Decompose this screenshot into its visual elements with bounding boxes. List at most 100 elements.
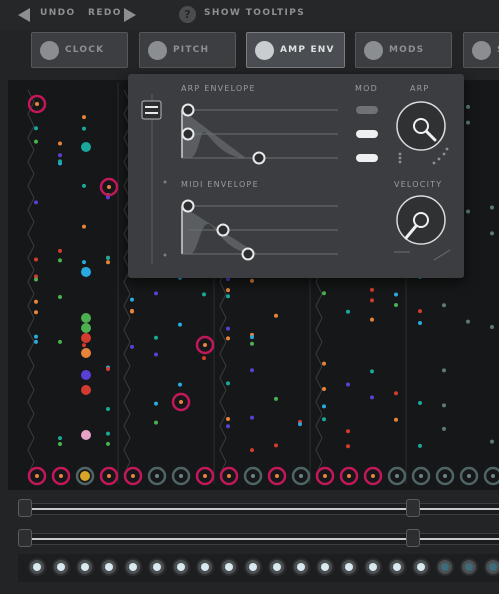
step-dot <box>106 431 110 436</box>
step-dot <box>82 183 86 188</box>
slider-handle-right[interactable] <box>406 499 420 517</box>
mod-toggle-3[interactable] <box>356 154 378 162</box>
step-ring-center <box>299 474 303 478</box>
step-knob[interactable] <box>484 558 499 576</box>
step-dot <box>346 429 350 434</box>
step-dot <box>250 368 254 373</box>
step-dot <box>322 291 326 296</box>
step-dot <box>490 231 494 236</box>
mod-toggle-1[interactable] <box>356 106 378 114</box>
speaker-icon <box>255 41 274 60</box>
note-dot <box>81 313 91 323</box>
step-dot <box>250 448 254 453</box>
velocity-range-line <box>433 249 451 261</box>
step-dot <box>442 368 446 373</box>
step-dot <box>250 335 254 340</box>
step-dot <box>106 367 110 372</box>
step-dot <box>34 257 38 262</box>
step-dot <box>226 288 230 293</box>
step-knob[interactable] <box>196 558 214 576</box>
step-dot <box>418 309 422 314</box>
step-knob[interactable] <box>76 558 94 576</box>
step-dot <box>178 322 182 327</box>
range-slider-2[interactable] <box>18 529 499 547</box>
tab-pitch[interactable]: PITCH <box>139 32 236 68</box>
note-dot <box>81 323 91 333</box>
help-icon[interactable]: ? <box>179 6 196 23</box>
step-dot <box>58 248 62 253</box>
step-knob-light <box>417 563 425 571</box>
knob-tick <box>445 147 449 151</box>
slider-handle-right[interactable] <box>406 529 420 547</box>
bottom-strip <box>0 586 499 594</box>
arp-decay-handle[interactable] <box>181 127 195 141</box>
step-dot <box>370 298 374 303</box>
step-knob[interactable] <box>460 558 478 576</box>
tab-label: AMP ENV <box>280 45 335 55</box>
tab-next[interactable]: S <box>463 32 499 68</box>
slider-line <box>32 538 499 540</box>
step-dot <box>298 422 302 427</box>
step-knob[interactable] <box>124 558 142 576</box>
step-dot <box>466 319 470 324</box>
active-step-center <box>203 343 207 347</box>
step-knob-light <box>321 563 329 571</box>
step-ring-center <box>419 474 423 478</box>
step-knob[interactable] <box>148 558 166 576</box>
step-knob-light <box>393 563 401 571</box>
step-knob-light <box>441 563 449 571</box>
step-dot <box>178 382 182 387</box>
range-slider-1[interactable] <box>18 499 499 517</box>
step-knob[interactable] <box>412 558 430 576</box>
arp-label: ARP <box>410 84 430 93</box>
step-knob[interactable] <box>436 558 454 576</box>
mods-icon <box>364 41 383 60</box>
step-ring-center <box>203 474 207 478</box>
step-knob[interactable] <box>100 558 118 576</box>
undo-arrow-icon[interactable] <box>18 8 30 22</box>
tab-mods[interactable]: MODS <box>355 32 452 68</box>
show-tooltips-button[interactable]: SHOW TOOLTIPS <box>204 8 305 18</box>
tab-clock[interactable]: CLOCK <box>31 32 128 68</box>
midi-attack-handle[interactable] <box>181 199 195 213</box>
redo-arrow-icon[interactable] <box>124 8 136 22</box>
active-step-center <box>179 400 183 404</box>
master-slider-handle[interactable] <box>141 100 162 120</box>
step-ring-center <box>491 474 495 478</box>
step-dot <box>274 313 278 318</box>
slider-handle-left[interactable] <box>18 499 32 517</box>
step-dot <box>34 200 38 205</box>
step-knob[interactable] <box>292 558 310 576</box>
redo-button[interactable]: REDO <box>88 8 122 18</box>
step-knob[interactable] <box>316 558 334 576</box>
mod-dot <box>398 152 402 156</box>
step-dot <box>154 420 158 425</box>
step-dot <box>58 436 62 441</box>
step-knob[interactable] <box>244 558 262 576</box>
arp-release-handle[interactable] <box>252 151 266 165</box>
step-knob[interactable] <box>52 558 70 576</box>
step-dot <box>442 303 446 308</box>
step-knob[interactable] <box>340 558 358 576</box>
step-knob-light <box>57 563 65 571</box>
step-knob[interactable] <box>268 558 286 576</box>
step-ring-center <box>80 471 90 481</box>
note-icon <box>148 41 167 60</box>
step-dot <box>226 336 230 341</box>
step-dot <box>58 294 62 299</box>
arp-attack-handle[interactable] <box>181 103 195 117</box>
undo-button[interactable]: UNDO <box>40 8 76 18</box>
slider-handle-left[interactable] <box>18 529 32 547</box>
step-knob[interactable] <box>388 558 406 576</box>
midi-decay-handle[interactable] <box>216 223 230 237</box>
step-knob[interactable] <box>172 558 190 576</box>
mod-label: MOD <box>355 84 378 93</box>
step-knob[interactable] <box>220 558 238 576</box>
step-ring-center <box>35 474 39 478</box>
mod-toggle-2[interactable] <box>356 130 378 138</box>
step-knob[interactable] <box>28 558 46 576</box>
midi-release-handle[interactable] <box>241 247 255 261</box>
step-knob[interactable] <box>364 558 382 576</box>
step-dot <box>154 352 158 357</box>
tab-amp-env[interactable]: AMP ENV <box>246 32 345 68</box>
